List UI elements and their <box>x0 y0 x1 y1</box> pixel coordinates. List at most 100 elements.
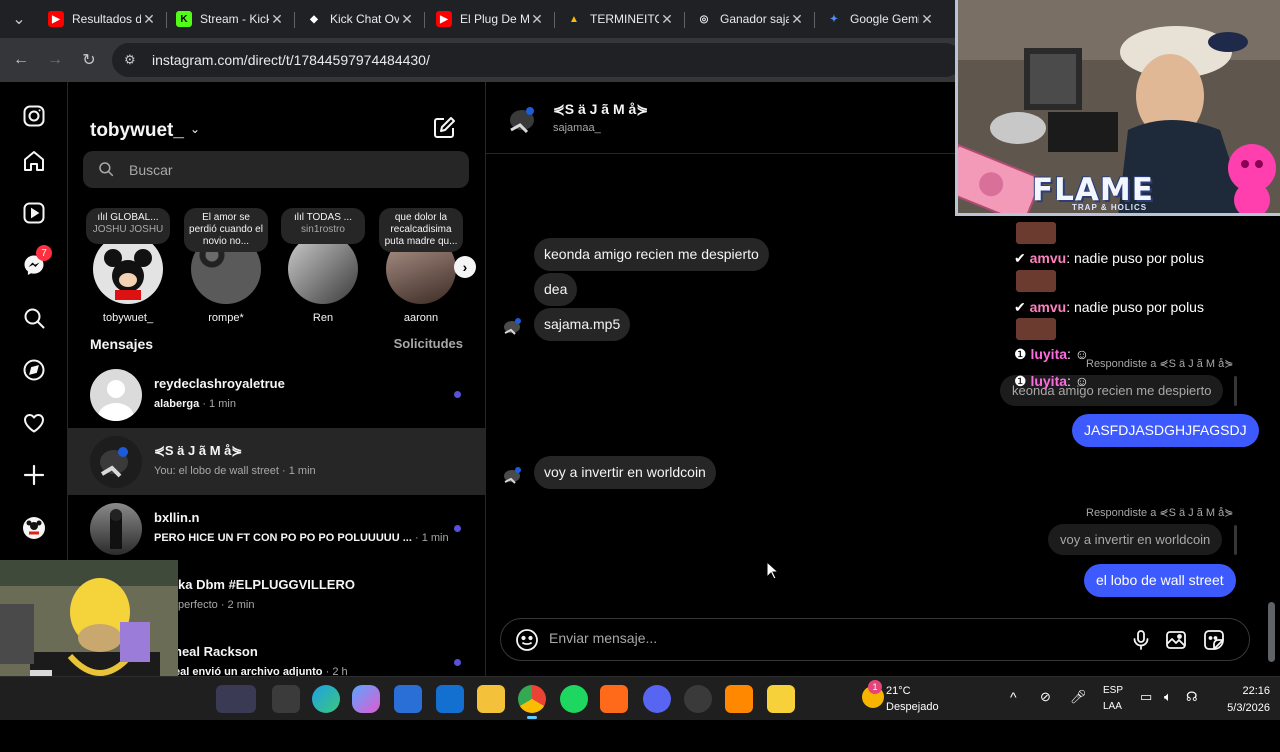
note-username: tobywuet_ <box>102 312 154 324</box>
youtube-icon: ▶ <box>436 11 452 27</box>
reload-icon[interactable]: ↻ <box>78 49 100 71</box>
create-plus-icon[interactable] <box>22 463 46 487</box>
instagram-logo-icon[interactable] <box>22 104 46 128</box>
requests-link[interactable]: Solicitudes <box>394 336 463 351</box>
search-bar[interactable] <box>83 151 469 188</box>
clock-time[interactable]: 22:16 <box>1226 685 1270 697</box>
close-tab-icon[interactable]: ✕ <box>529 11 545 28</box>
avatar <box>500 313 526 339</box>
thread-row[interactable]: reydeclashroyaletrue alaberga · 1 min <box>68 361 485 428</box>
forward-icon[interactable]: → <box>44 49 66 71</box>
notifications-heart-icon[interactable] <box>22 411 46 435</box>
avatar <box>90 503 142 555</box>
microphone-icon[interactable]: 🎤︎ <box>1070 689 1087 705</box>
note-username: Ren <box>312 312 334 324</box>
store-icon[interactable] <box>394 685 422 713</box>
chrome-icon[interactable] <box>518 685 546 719</box>
microphone-icon[interactable] <box>1129 628 1153 652</box>
weather-desc: Despejado <box>886 701 939 713</box>
chevron-right-icon[interactable]: › <box>454 256 476 278</box>
address-bar[interactable]: ⚙ instagram.com/direct/t/178445979744844… <box>112 43 962 77</box>
message-bubble-incoming[interactable]: keonda amigo recien me despierto <box>534 238 769 271</box>
discord-icon[interactable] <box>643 685 671 713</box>
network-off-icon[interactable]: ⊘ <box>1040 689 1051 705</box>
url-text: instagram.com/direct/t/17844597974484430… <box>152 52 430 68</box>
new-message-icon[interactable] <box>432 116 456 140</box>
unread-badge: 7 <box>36 245 52 261</box>
reels-icon[interactable] <box>22 201 46 225</box>
thread-preview: PERO HICE UN FT CON PO PO PO POLUUUUU ..… <box>154 532 449 544</box>
thread-row[interactable]: bxllin.n PERO HICE UN FT CON PO PO PO PO… <box>68 495 485 562</box>
message-bubble-outgoing[interactable]: el lobo de wall street <box>1084 564 1236 597</box>
windows-taskbar: 1 21°C Despejado ^ ⊘ 🎤︎ ESP LAA ▭ 🔈︎ ☊ 2… <box>0 676 1280 720</box>
message-bubble-outgoing[interactable]: JASFDJASDGHJFAGSDJ <box>1072 414 1259 447</box>
soundcloud-icon[interactable] <box>600 685 628 713</box>
message-bubble-incoming[interactable]: voy a invertir en worldcoin <box>534 456 716 489</box>
outlook-icon[interactable] <box>436 685 464 713</box>
quoted-message[interactable]: voy a invertir en worldcoin <box>1048 524 1223 555</box>
obs-icon[interactable] <box>684 685 712 713</box>
back-icon[interactable]: ← <box>10 49 32 71</box>
avatar[interactable] <box>502 98 544 140</box>
search-icon[interactable] <box>22 306 46 330</box>
chat-line: ❶ luyita: ☺ <box>1014 373 1090 389</box>
edge-icon[interactable] <box>312 685 340 713</box>
copilot-icon[interactable] <box>352 685 380 713</box>
browser-tab[interactable]: ✦ Google Gemi ✕ <box>818 4 943 34</box>
chevron-down-icon[interactable]: ⌄ <box>190 122 200 136</box>
tab-title: Resultados de <box>72 12 141 26</box>
display-icon[interactable]: ▭ <box>1140 689 1152 705</box>
search-input[interactable] <box>129 161 429 178</box>
close-tab-icon[interactable]: ✕ <box>269 11 285 28</box>
browser-tab[interactable]: ▲ TERMINEITO ✕ <box>558 4 683 34</box>
youtube-icon: ▶ <box>48 11 64 27</box>
file-explorer-icon[interactable] <box>477 685 505 713</box>
messages-heading: Mensajes <box>90 336 154 352</box>
browser-tab[interactable]: K Stream - Kick ✕ <box>168 4 293 34</box>
message-bubble-incoming[interactable]: sajama.mp5 <box>534 308 631 341</box>
thread-preview: eal envió un archivo adjunto · 2 h <box>174 666 348 676</box>
clock-date[interactable]: 5/3/2026 <box>1212 702 1270 714</box>
avatar <box>93 234 163 304</box>
sticky-notes-icon[interactable] <box>767 685 795 713</box>
language-top[interactable]: ESP <box>1103 685 1123 696</box>
note-bubble: ılıl GLOBAL... JOSHU JOSHU <box>86 208 170 244</box>
spotify-icon[interactable] <box>560 685 588 713</box>
chevron-up-icon[interactable]: ^ <box>1010 689 1017 705</box>
browser-tab[interactable]: ◎ Ganador saja ✕ <box>688 4 813 34</box>
emoji-icon[interactable] <box>515 628 539 652</box>
account-name[interactable]: tobywuet_ <box>90 120 184 142</box>
message-composer[interactable] <box>500 618 1250 661</box>
close-tab-icon[interactable]: ✕ <box>919 11 935 28</box>
taskbar-search-icon[interactable] <box>216 685 256 713</box>
tab-title: TERMINEITO <box>590 12 659 26</box>
close-tab-icon[interactable]: ✕ <box>141 11 157 28</box>
image-icon[interactable] <box>1164 628 1188 652</box>
browser-tab[interactable]: ▶ El Plug De Ma ✕ <box>428 4 553 34</box>
unread-dot <box>454 659 461 666</box>
thread-row[interactable]: ⋞S ä J ã M å⋟ You: el lobo de wall stree… <box>68 428 485 495</box>
browser-tab[interactable]: ▶ Resultados de ✕ <box>40 4 165 34</box>
weather-temp: 21°C <box>886 685 911 697</box>
close-tab-icon[interactable]: ✕ <box>399 11 415 28</box>
home-icon[interactable] <box>22 149 46 173</box>
messenger-icon[interactable]: 7 <box>22 245 52 277</box>
sticker-icon[interactable] <box>1202 628 1226 652</box>
site-info-icon[interactable]: ⚙ <box>124 52 140 68</box>
task-view-icon[interactable] <box>272 685 300 713</box>
close-tab-icon[interactable]: ✕ <box>789 11 805 28</box>
tab-search-icon[interactable]: ⌄ <box>8 8 30 30</box>
volume-icon[interactable]: 🔈︎ <box>1164 689 1172 705</box>
browser-tab[interactable]: ◆ Kick Chat Ove ✕ <box>298 4 423 34</box>
vlc-icon[interactable] <box>725 685 753 713</box>
message-bubble-incoming[interactable]: dea <box>534 273 578 306</box>
headset-icon[interactable]: ☊ <box>1186 689 1198 705</box>
profile-avatar-icon[interactable] <box>22 516 46 540</box>
scrollbar[interactable] <box>1267 222 1276 752</box>
explore-icon[interactable] <box>22 358 46 382</box>
avatar <box>500 462 526 488</box>
close-tab-icon[interactable]: ✕ <box>659 11 675 28</box>
kick-icon: K <box>176 11 192 27</box>
message-input[interactable] <box>549 630 1049 646</box>
language-bottom[interactable]: LAA <box>1103 701 1122 712</box>
